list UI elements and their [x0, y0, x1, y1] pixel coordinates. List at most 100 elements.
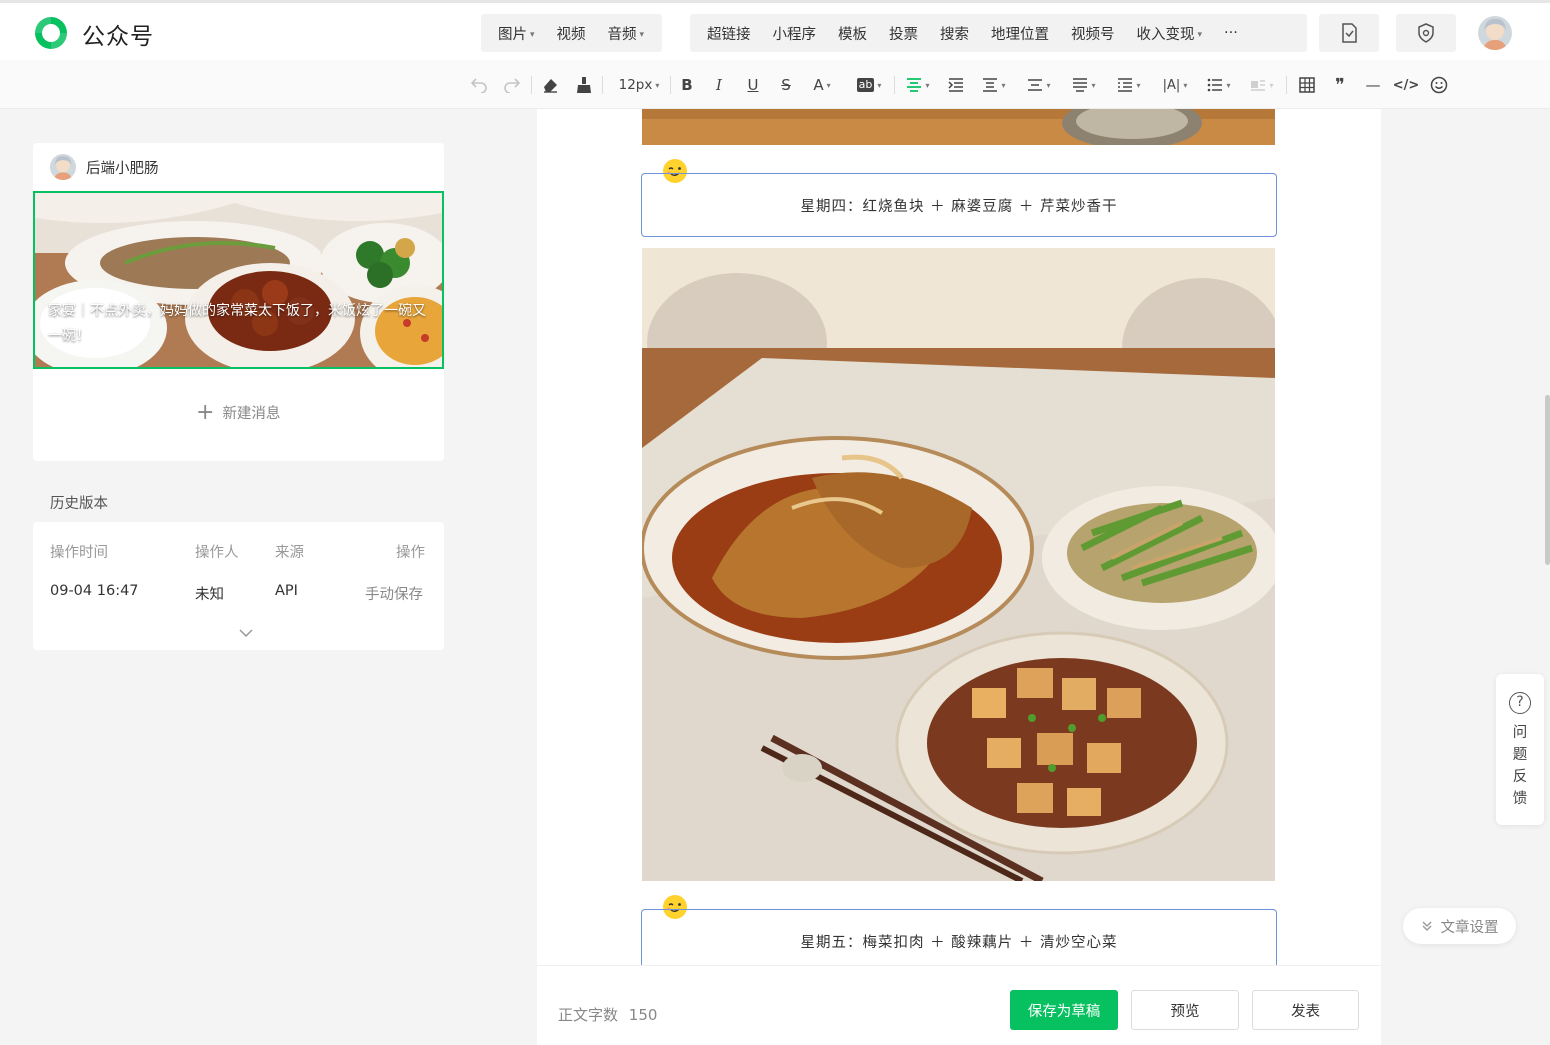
new-message-label: 新建消息: [222, 406, 281, 422]
double-chevron-down-icon: [1422, 921, 1431, 931]
indent-button[interactable]: [946, 73, 966, 97]
emoji-icon: [1430, 76, 1448, 94]
format-toolbar: 12px ▾ B I U S A ▾ ab ▾ ▾ ▾ ▾ ▾ ▾ |A| ▾ ▾ ▾ …: [0, 60, 1550, 109]
save-draft-button[interactable]: 保存为草稿: [1010, 990, 1118, 1030]
history-header-time: 操作时间: [50, 545, 108, 561]
article-cover-card[interactable]: 家宴｜不点外卖，妈妈做的家常菜太下饭了，米饭炫了一碗又一碗！: [33, 191, 444, 369]
bold-button[interactable]: B: [677, 73, 697, 97]
horizontal-rule-button[interactable]: —: [1363, 73, 1383, 97]
menu-mini-program[interactable]: 小程序: [762, 23, 828, 44]
feedback-label: 问 题 反 馈: [1512, 725, 1528, 807]
security-button[interactable]: [1396, 14, 1456, 52]
preview-button[interactable]: 预览: [1131, 990, 1239, 1030]
word-count-value: 150: [628, 1006, 658, 1024]
letter-spacing-icon: |A|: [1162, 77, 1181, 93]
underline-button[interactable]: U: [743, 73, 763, 97]
table-button[interactable]: [1297, 73, 1317, 97]
menu-template[interactable]: 模板: [827, 23, 878, 44]
strikethrough-button[interactable]: S: [776, 73, 796, 97]
paragraph-icon: [1073, 78, 1088, 92]
float-icon: [1251, 80, 1266, 91]
document-button[interactable]: [1319, 14, 1379, 52]
letter-spacing-button[interactable]: |A| ▾: [1159, 73, 1191, 97]
cover-title: 家宴｜不点外卖，妈妈做的家常菜太下饭了，米饭炫了一碗又一碗！: [48, 303, 426, 344]
history-title: 历史版本: [50, 496, 108, 512]
horizontal-rule-icon: —: [1365, 76, 1381, 94]
clear-format-button[interactable]: [539, 73, 561, 97]
document-icon: [1342, 23, 1357, 43]
menu-search[interactable]: 搜索: [929, 23, 980, 44]
article-editor[interactable]: 星期四：红烧鱼块 ＋ 麻婆豆腐 ＋ 芹菜炒香干 星期五：梅菜扣肉 ＋ 酸辣藕片 …: [537, 109, 1381, 1045]
eraser-icon: [544, 79, 557, 93]
scrollbar-thumb[interactable]: [1545, 395, 1550, 565]
paragraph-button[interactable]: ▾: [1069, 73, 1099, 97]
highlight-icon: ab: [856, 78, 875, 92]
align-center-button[interactable]: ▾: [903, 73, 933, 97]
feedback-button[interactable]: ? 问 题 反 馈: [1496, 674, 1544, 825]
history-row-operator: 未知: [195, 587, 224, 603]
menu-box-thursday[interactable]: 星期四：红烧鱼块 ＋ 麻婆豆腐 ＋ 芹菜炒香干: [641, 173, 1277, 237]
line-height-button[interactable]: ▾: [1024, 73, 1054, 97]
align-center-icon: [907, 78, 922, 92]
menu-monetize[interactable]: 收入变现 ▾: [1126, 23, 1214, 44]
brand-name[interactable]: 公众号: [82, 17, 154, 51]
user-avatar[interactable]: [1478, 16, 1512, 50]
publish-button[interactable]: 发表: [1252, 990, 1359, 1030]
emoji-button[interactable]: [1428, 73, 1450, 97]
code-icon: </>: [1392, 77, 1420, 93]
menu-video[interactable]: 视频: [546, 23, 597, 44]
article-settings-button[interactable]: 文章设置: [1403, 908, 1516, 944]
history-header-action: 操作: [396, 545, 425, 561]
float-button[interactable]: ▾: [1247, 73, 1277, 97]
code-button[interactable]: </>: [1392, 73, 1420, 97]
new-message-button[interactable]: + 新建消息: [196, 399, 281, 425]
menu-audio[interactable]: 音频 ▾: [597, 23, 656, 44]
indent-icon: [948, 78, 963, 92]
history-row-source: API: [275, 583, 298, 599]
avatar-image: [1478, 16, 1512, 50]
format-painter-button[interactable]: [573, 73, 595, 97]
insert-menu: 超链接 小程序 模板 投票 搜索 地理位置 视频号 收入变现 ▾ ···: [690, 14, 1307, 52]
history-header-operator: 操作人: [195, 545, 239, 561]
toolbar-divider: [602, 76, 603, 94]
quote-button[interactable]: ❞: [1330, 73, 1350, 97]
question-icon: ?: [1509, 692, 1531, 714]
menu-location[interactable]: 地理位置: [980, 23, 1060, 44]
undo-button[interactable]: [468, 73, 490, 97]
font-color-button[interactable]: A ▾: [808, 73, 836, 97]
article-image-top[interactable]: [642, 109, 1275, 145]
article-image-food[interactable]: [642, 248, 1275, 881]
quote-icon: ❞: [1335, 74, 1345, 96]
wechat-official-account-logo[interactable]: [32, 14, 70, 52]
menu-more[interactable]: ···: [1213, 25, 1249, 41]
redo-icon: [504, 78, 521, 93]
redo-button[interactable]: [501, 73, 523, 97]
menu-channels[interactable]: 视频号: [1060, 23, 1126, 44]
article-settings-label: 文章设置: [1440, 919, 1499, 936]
undo-icon: [470, 78, 487, 93]
paragraph-spacing-button[interactable]: ▾: [979, 73, 1009, 97]
word-count: 正文字数 150: [558, 1004, 657, 1025]
history-row-action[interactable]: 手动保存: [365, 583, 423, 604]
chevron-down-icon[interactable]: [239, 629, 253, 638]
italic-button[interactable]: I: [709, 73, 729, 97]
history-row-time: 09-04 16:47: [50, 583, 139, 599]
font-size-select[interactable]: 12px ▾: [614, 73, 664, 97]
bullet-list-button[interactable]: ▾: [1204, 73, 1234, 97]
word-count-label: 正文字数: [558, 1006, 619, 1024]
account-avatar: [50, 154, 76, 180]
plus-icon: +: [196, 399, 215, 425]
account-row: 后端小肥肠: [50, 154, 159, 180]
menu-vote[interactable]: 投票: [878, 23, 929, 44]
menu-image[interactable]: 图片 ▾: [487, 23, 546, 44]
editor-footer: 正文字数 150 保存为草稿 预览 发表: [537, 965, 1381, 1045]
menu-box-friday[interactable]: 星期五：梅菜扣肉 ＋ 酸辣藕片 ＋ 清炒空心菜: [641, 909, 1277, 973]
toolbar-divider: [1286, 76, 1287, 94]
list-indent-button[interactable]: ▾: [1114, 73, 1144, 97]
top-header: 公众号 图片 ▾ 视频 音频 ▾ 超链接 小程序 模板 投票 搜索 地理位置 视频号…: [0, 0, 1550, 60]
highlight-button[interactable]: ab ▾: [852, 73, 886, 97]
shield-icon: [1418, 23, 1434, 43]
menu-hyperlink[interactable]: 超链接: [696, 23, 762, 44]
toolbar-divider: [531, 76, 532, 94]
toolbar-divider: [670, 76, 671, 94]
